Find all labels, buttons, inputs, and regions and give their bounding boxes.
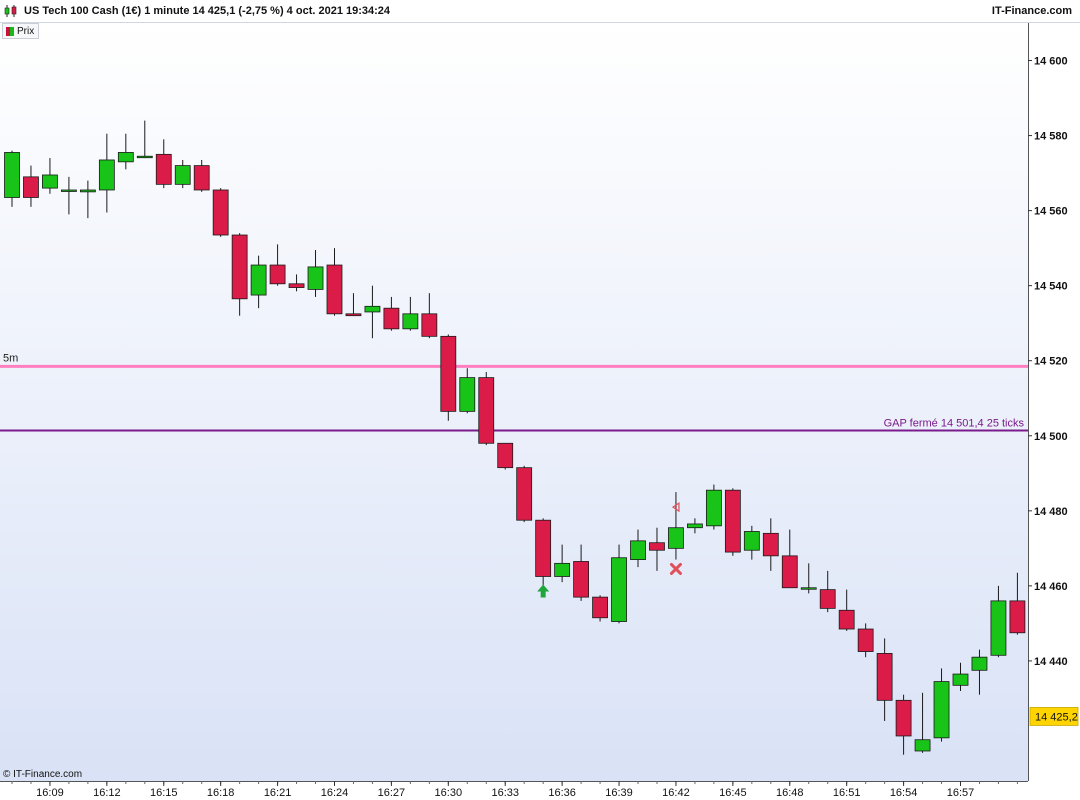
candle-body-up[interactable]: [174, 165, 191, 185]
x-tick-label: 16:39: [605, 787, 633, 799]
y-tick-label: 14 520: [1034, 356, 1068, 368]
candle-body-down[interactable]: [516, 467, 533, 521]
x-tick-label: 16:36: [548, 787, 576, 799]
x-tick-label: 16:27: [378, 787, 406, 799]
candle-body-up[interactable]: [250, 264, 267, 296]
candle-body-down[interactable]: [819, 589, 836, 609]
candle-body-up[interactable]: [402, 313, 419, 330]
candle-body-down[interactable]: [383, 307, 400, 330]
candle-body-down[interactable]: [497, 442, 514, 469]
x-tick-label: 16:30: [435, 787, 463, 799]
candle-body-down[interactable]: [326, 264, 343, 315]
candle-body-down[interactable]: [838, 609, 855, 630]
candle-body-up[interactable]: [705, 489, 722, 527]
legend-prix[interactable]: Prix: [2, 23, 40, 39]
candle-body-down[interactable]: [649, 542, 665, 551]
x-tick-label: 16:09: [36, 787, 64, 799]
x-tick-label: 16:48: [776, 787, 804, 799]
candle-body-down[interactable]: [762, 532, 779, 557]
candle-body-down[interactable]: [895, 699, 912, 737]
x-tick-label: 16:51: [833, 787, 861, 799]
candle-body-up[interactable]: [611, 557, 627, 622]
x-tick-label: 16:12: [93, 787, 121, 799]
y-tick-label: 14 600: [1034, 56, 1068, 68]
candle-body-down[interactable]: [478, 377, 495, 444]
x-tick-label: 16:42: [662, 787, 690, 799]
candle-body-down[interactable]: [440, 335, 457, 412]
candle-body-up[interactable]: [800, 587, 817, 590]
candle-body-up[interactable]: [61, 189, 77, 192]
candle-body-up[interactable]: [98, 159, 115, 191]
last-price-label: 14 425,2: [1035, 711, 1078, 723]
brand-name[interactable]: IT-Finance.com: [992, 5, 1072, 17]
candle-body-down[interactable]: [857, 628, 874, 652]
gap-label: GAP fermé 14 501,4 25 ticks: [884, 418, 1025, 430]
y-tick-label: 14 540: [1034, 281, 1068, 293]
candle-body-up[interactable]: [364, 305, 381, 313]
title-bar: US Tech 100 Cash (1€) 1 minute 14 425,1 …: [0, 0, 1080, 23]
x-tick-label: 16:24: [321, 787, 349, 799]
candle-body-down[interactable]: [724, 489, 741, 553]
candle-body-down[interactable]: [876, 653, 893, 701]
candle-body-down[interactable]: [535, 519, 552, 577]
candle-body-down[interactable]: [421, 313, 438, 337]
candle-body-down[interactable]: [1009, 600, 1026, 634]
plot-background: [0, 23, 1028, 781]
y-tick-label: 14 580: [1034, 131, 1068, 143]
candle-body-up[interactable]: [990, 600, 1007, 656]
candle-body-up[interactable]: [459, 377, 476, 412]
candle-body-up[interactable]: [4, 152, 20, 198]
candle-body-up[interactable]: [743, 531, 760, 551]
candle-body-up[interactable]: [668, 527, 684, 549]
x-tick-label: 16:45: [719, 787, 747, 799]
y-tick-label: 14 440: [1034, 656, 1068, 668]
candle-body-down[interactable]: [231, 234, 248, 300]
candle-body-down[interactable]: [269, 264, 286, 285]
candle-body-up[interactable]: [933, 681, 950, 739]
candle-body-up[interactable]: [554, 562, 571, 577]
candle-body-up[interactable]: [914, 739, 931, 752]
price-chart[interactable]: 5m GAP fermé 14 501,4 25 ticks 14 440 14 4…: [0, 0, 1080, 800]
y-tick-label: 14 480: [1034, 506, 1068, 518]
candle-body-up[interactable]: [971, 656, 988, 671]
candle-body-down[interactable]: [23, 176, 39, 198]
x-tick-label: 16:18: [207, 787, 235, 799]
y-tick-label: 14 500: [1034, 431, 1068, 443]
y-tick-label: 14 560: [1034, 206, 1068, 218]
candle-body-down[interactable]: [345, 313, 362, 317]
x-tick-label: 16:15: [150, 787, 178, 799]
candle-body-up[interactable]: [117, 152, 134, 163]
candle-body-down[interactable]: [288, 283, 305, 288]
candle-body-up[interactable]: [307, 266, 324, 290]
candle-legend-icon: [6, 26, 14, 36]
copyright-text: © IT-Finance.com: [3, 769, 83, 780]
x-tick-label: 16:21: [264, 787, 292, 799]
candle-body-up[interactable]: [42, 174, 58, 189]
candle-body-down[interactable]: [573, 561, 589, 598]
candle-body-down[interactable]: [592, 596, 608, 619]
level-label-5m: 5m: [3, 352, 18, 364]
candle-body-up[interactable]: [79, 189, 96, 193]
y-tick-label: 14 460: [1034, 581, 1068, 593]
x-tick-label: 16:54: [890, 787, 918, 799]
candle-body-down[interactable]: [781, 555, 798, 589]
x-tick-label: 16:57: [947, 787, 975, 799]
candle-body-up[interactable]: [630, 540, 646, 561]
chart-title: US Tech 100 Cash (1€) 1 minute 14 425,1 …: [24, 5, 391, 17]
candlestick-icon: [4, 5, 17, 17]
candle-body-up[interactable]: [136, 155, 153, 159]
candle-body-down[interactable]: [193, 165, 210, 191]
candle-body-down[interactable]: [212, 189, 229, 236]
candle-body-up[interactable]: [687, 523, 703, 529]
x-tick-label: 16:33: [491, 787, 519, 799]
candle-body-up[interactable]: [952, 673, 969, 686]
legend-label: Prix: [17, 25, 35, 37]
candle-body-down[interactable]: [155, 153, 172, 185]
